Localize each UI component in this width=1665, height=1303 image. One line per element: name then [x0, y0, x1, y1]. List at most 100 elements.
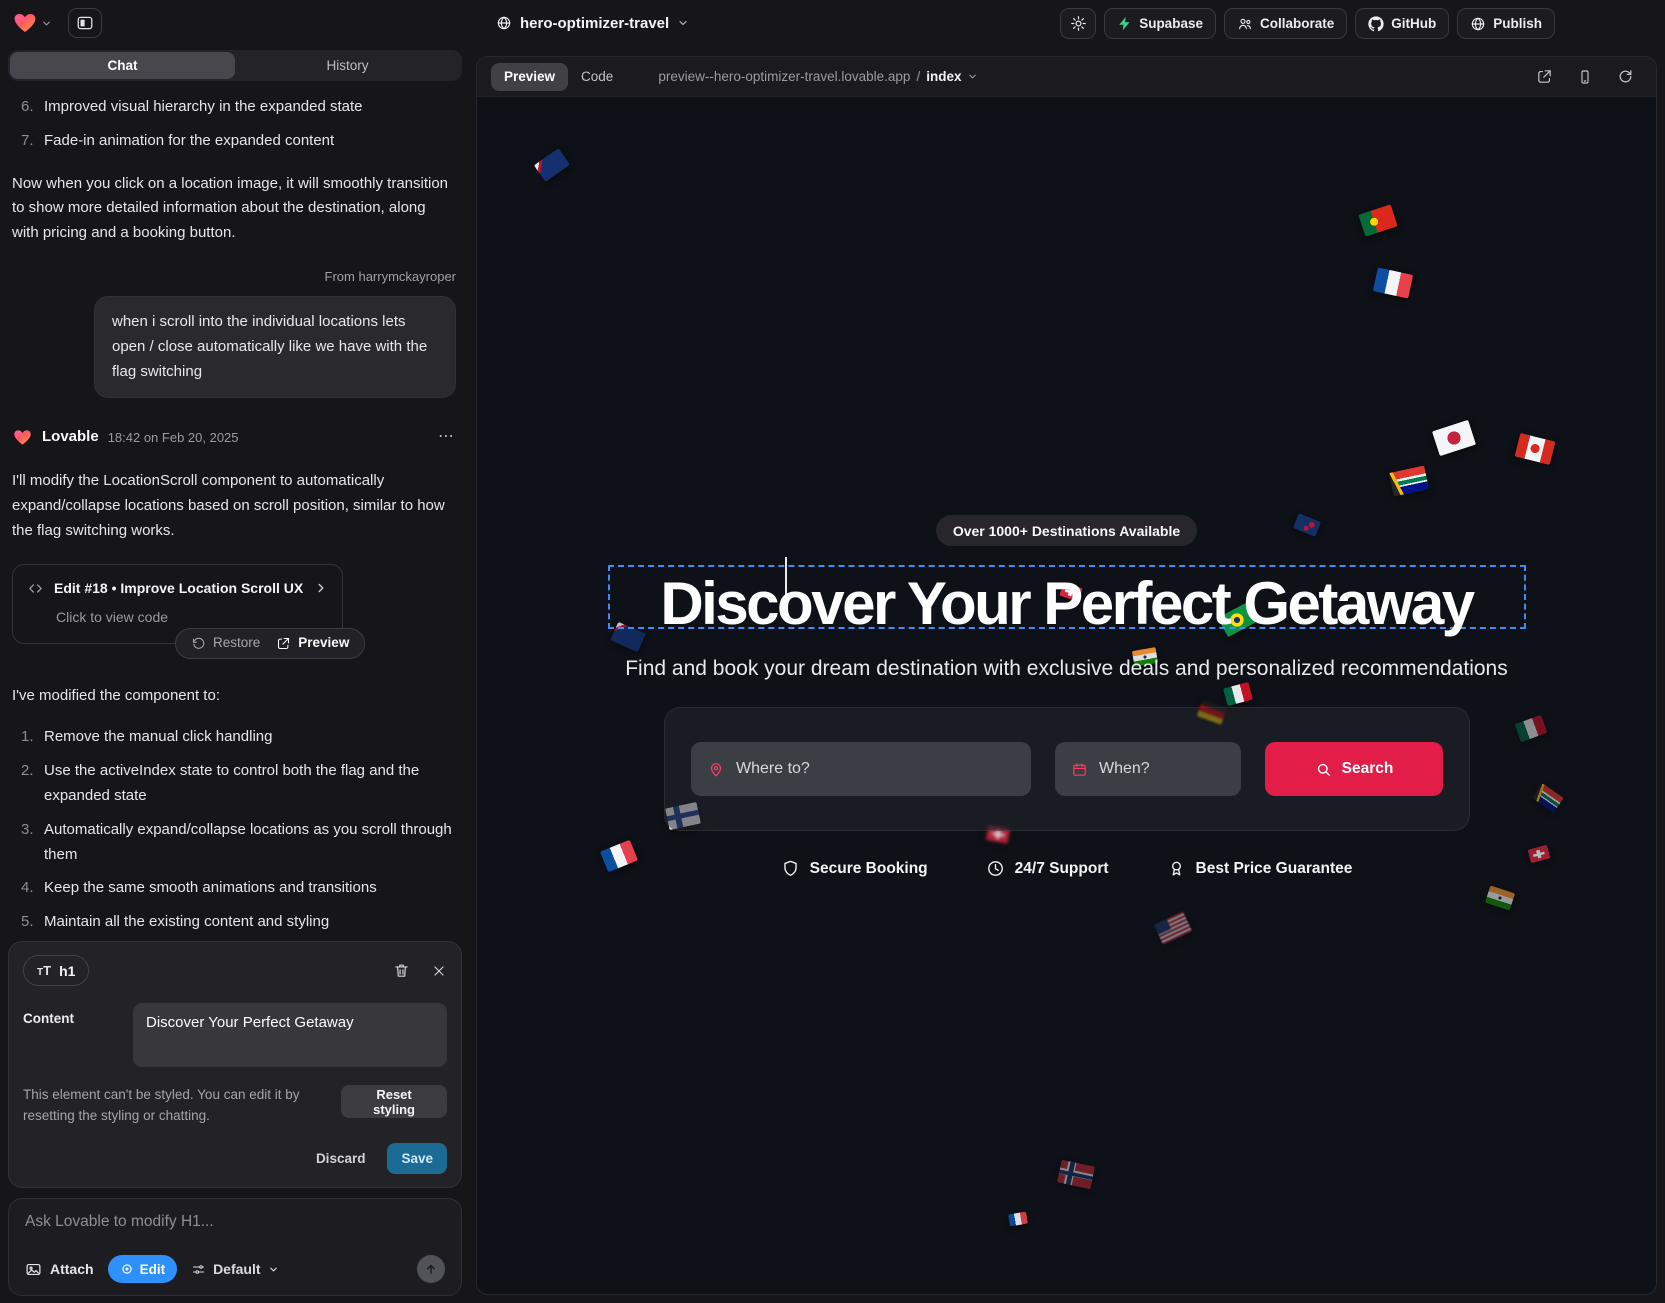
list-item: Maintain all the existing content and st…	[12, 910, 456, 935]
chevron-down-icon	[967, 71, 978, 82]
refresh-icon[interactable]	[1617, 68, 1634, 85]
tab-history[interactable]: History	[235, 52, 460, 79]
save-button[interactable]: Save	[387, 1143, 447, 1174]
project-switcher[interactable]: hero-optimizer-travel	[496, 0, 689, 46]
attach-button[interactable]: Attach	[25, 1261, 94, 1278]
collaborate-label: Collaborate	[1260, 16, 1334, 31]
preview-url[interactable]: preview--hero-optimizer-travel.lovable.a…	[658, 69, 978, 84]
styling-note: This element can't be styled. You can ed…	[23, 1085, 329, 1127]
flag-india-dim-icon	[1485, 885, 1515, 910]
user-message-bubble: when i scroll into the individual locati…	[94, 296, 456, 399]
arrow-up-icon	[424, 1262, 438, 1276]
lovable-heart-icon	[12, 428, 33, 447]
model-selector[interactable]: Default	[191, 1261, 278, 1277]
open-in-new-tab-icon[interactable]	[1536, 68, 1553, 85]
close-icon[interactable]	[431, 963, 447, 979]
award-icon	[1167, 859, 1186, 878]
publish-label: Publish	[1493, 16, 1542, 31]
message-menu-button[interactable]: ⋯	[438, 424, 456, 451]
message-timestamp: 18:42 on Feb 20, 2025	[108, 427, 239, 449]
user-message-author: From harrymckayroper	[12, 266, 456, 288]
flag-france-icon	[1373, 268, 1413, 299]
flag-south-africa-dim-icon	[1532, 783, 1564, 813]
assistant-numbered-list: Remove the manual click handling Use the…	[12, 725, 456, 935]
top-bar: hero-optimizer-travel Supabase Collabora…	[0, 0, 1665, 46]
collaborate-button[interactable]: Collaborate	[1224, 8, 1347, 39]
assistant-name: Lovable	[42, 425, 99, 450]
selected-element-chip[interactable]: TT h1	[23, 955, 89, 986]
assistant-paragraph: Now when you click on a location image, …	[12, 172, 456, 247]
date-input[interactable]: When?	[1055, 742, 1241, 796]
preview-version-button[interactable]: Preview	[276, 632, 349, 654]
hero-subtitle: Find and book your dream destination wit…	[477, 657, 1656, 681]
preview-url-separator: /	[916, 69, 920, 84]
edit-mode-label: Edit	[140, 1262, 166, 1277]
restore-button[interactable]: Restore	[191, 632, 260, 654]
target-icon	[120, 1262, 134, 1276]
flag-norway-dim-icon	[1057, 1160, 1095, 1190]
assistant-paragraph: I'll modify the LocationScroll component…	[12, 469, 456, 544]
feature-support: 24/7 Support	[986, 859, 1109, 878]
chevron-right-icon	[314, 581, 328, 595]
list-item: Fade-in animation for the expanded conte…	[12, 129, 456, 154]
element-tag: h1	[59, 963, 75, 979]
supabase-label: Supabase	[1139, 16, 1203, 31]
destinations-badge: Over 1000+ Destinations Available	[477, 515, 1656, 546]
flag-usa-dim-icon	[1154, 911, 1192, 944]
chat-panel: Chat History Improved visual hierarchy i…	[0, 46, 470, 1303]
chat-scroll-area[interactable]: Improved visual hierarchy in the expande…	[0, 81, 470, 935]
tab-preview[interactable]: Preview	[491, 63, 568, 91]
discard-button[interactable]: Discard	[316, 1151, 366, 1166]
globe-icon	[496, 15, 512, 31]
github-label: GitHub	[1391, 16, 1436, 31]
list-item: Use the activeIndex state to control bot…	[12, 759, 456, 809]
clock-icon	[986, 859, 1005, 878]
publish-button[interactable]: Publish	[1457, 8, 1555, 39]
edit-mode-toggle[interactable]: Edit	[108, 1255, 178, 1283]
assistant-paragraph: I've modified the component to:	[12, 684, 456, 709]
chevron-down-icon	[41, 18, 52, 29]
tab-chat[interactable]: Chat	[10, 52, 235, 79]
send-button[interactable]	[417, 1255, 445, 1283]
tab-code[interactable]: Code	[568, 63, 626, 91]
site-viewport: Over 1000+ Destinations Available Discov…	[477, 97, 1656, 1294]
github-button[interactable]: GitHub	[1355, 8, 1449, 39]
flag-canada-icon	[1515, 433, 1556, 465]
chevron-down-icon	[677, 17, 689, 29]
lovable-heart-icon	[12, 11, 38, 35]
edit-card-title: Edit #18 • Improve Location Scroll UX	[54, 577, 303, 600]
settings-button[interactable]	[1060, 8, 1096, 39]
code-icon	[27, 580, 44, 597]
calendar-icon	[1071, 761, 1088, 778]
feature-best-price: Best Price Guarantee	[1167, 859, 1353, 878]
date-placeholder: When?	[1099, 760, 1150, 778]
assistant-list-tail: Improved visual hierarchy in the expande…	[12, 95, 456, 154]
hero-title[interactable]: Discover Your Perfect Getaway	[477, 569, 1656, 638]
sliders-icon	[191, 1262, 206, 1277]
content-label: Content	[23, 1003, 119, 1067]
trash-icon[interactable]	[393, 962, 410, 979]
chat-composer: Attach Edit Default	[8, 1198, 462, 1296]
assistant-header: Lovable 18:42 on Feb 20, 2025 ⋯	[12, 424, 456, 451]
restore-icon	[191, 636, 206, 651]
chat-input[interactable]	[25, 1213, 445, 1231]
mobile-view-icon[interactable]	[1577, 69, 1593, 85]
flag-france-3-icon	[1008, 1212, 1028, 1227]
flag-japan-icon	[1432, 420, 1476, 456]
supabase-button[interactable]: Supabase	[1104, 8, 1216, 39]
github-icon	[1368, 16, 1384, 32]
supabase-icon	[1117, 16, 1132, 31]
flag-portugal-icon	[1358, 204, 1397, 236]
feature-row: Secure Booking 24/7 Support Best Price G…	[477, 859, 1656, 878]
sidebar-toggle-button[interactable]	[68, 8, 102, 38]
chevron-down-icon	[268, 1264, 279, 1275]
chat-history-tabs: Chat History	[8, 50, 462, 81]
lovable-logo-menu[interactable]	[12, 11, 52, 35]
panel-icon	[76, 14, 94, 32]
reset-styling-button[interactable]: Reset styling	[341, 1085, 447, 1118]
content-input[interactable]: Discover Your Perfect Getaway	[133, 1003, 447, 1067]
destination-input[interactable]: Where to?	[691, 742, 1031, 796]
flag-mexico-icon	[1223, 682, 1253, 706]
list-item: Automatically expand/collapse locations …	[12, 818, 456, 868]
search-button[interactable]: Search	[1265, 742, 1443, 796]
